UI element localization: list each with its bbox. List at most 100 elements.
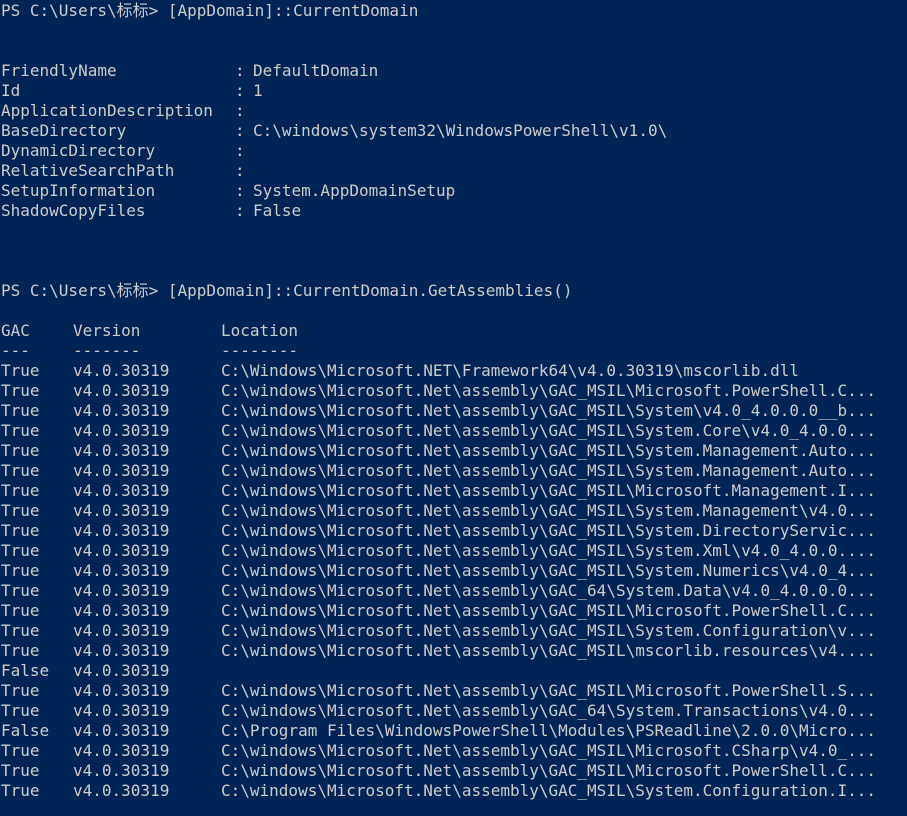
property-value: DefaultDomain: [253, 61, 379, 80]
underline-gac: ---: [1, 341, 30, 360]
cell-location: C:\windows\Microsoft.Net\assembly\GAC_MS…: [221, 641, 877, 660]
prompt-1-space: [158, 1, 168, 20]
cell-gac: True: [1, 521, 40, 540]
cell-gac: True: [1, 481, 40, 500]
cell-version: v4.0.30319: [73, 441, 170, 460]
table-row: False v4.0.30319: [0, 661, 907, 681]
cell-location: C:\windows\Microsoft.Net\assembly\GAC_MS…: [221, 781, 877, 800]
property-row: SetupInformation: System.AppDomainSetup: [0, 181, 907, 201]
property-separator: :: [235, 101, 245, 120]
prompt-line-2: PS C:\Users\标标> [AppDomain]::CurrentDoma…: [0, 281, 907, 301]
property-name: ApplicationDescription: [1, 101, 213, 120]
table-row: True v4.0.30319 C:\windows\Microsoft.Net\a…: [0, 701, 907, 721]
table-row: True v4.0.30319 C:\windows\Microsoft.Net\a…: [0, 481, 907, 501]
cell-gac: True: [1, 361, 40, 380]
cell-location: C:\windows\Microsoft.Net\assembly\GAC_MS…: [221, 481, 877, 500]
cell-gac: True: [1, 781, 40, 800]
prompt-2-command: [AppDomain]::CurrentDomain.GetAssemblies…: [167, 281, 573, 300]
property-value: False: [253, 201, 302, 220]
cell-location: C:\windows\Microsoft.Net\assembly\GAC_MS…: [221, 441, 877, 460]
underline-location: --------: [221, 341, 299, 360]
cell-location: C:\windows\Microsoft.Net\assembly\GAC_MS…: [221, 681, 877, 700]
column-header-location: Location: [221, 321, 299, 340]
property-separator: :: [235, 61, 245, 80]
cell-version: v4.0.30319: [73, 521, 170, 540]
cell-gac: True: [1, 401, 40, 420]
table-row: True v4.0.30319 C:\windows\Microsoft.Net\a…: [0, 681, 907, 701]
table-header-underline-row: --- ------- --------: [0, 341, 907, 361]
table-row: True v4.0.30319 C:\windows\Microsoft.Net\a…: [0, 381, 907, 401]
property-name: FriendlyName: [1, 61, 117, 80]
cell-gac: False: [1, 721, 50, 740]
cell-gac: True: [1, 621, 40, 640]
cell-gac: False: [1, 661, 50, 680]
property-separator: :: [235, 81, 245, 100]
cell-gac: True: [1, 501, 40, 520]
cell-version: v4.0.30319: [73, 621, 170, 640]
table-row: True v4.0.30319 C:\windows\Microsoft.Net\a…: [0, 561, 907, 581]
cell-gac: True: [1, 601, 40, 620]
table-row: True v4.0.30319 C:\windows\Microsoft.Net\a…: [0, 521, 907, 541]
property-name: Id: [1, 81, 21, 100]
cell-version: v4.0.30319: [73, 361, 170, 380]
prompt-line-1: PS C:\Users\标标> [AppDomain]::CurrentDoma…: [0, 1, 907, 21]
cell-gac: True: [1, 561, 40, 580]
cell-gac: True: [1, 641, 40, 660]
table-row: True v4.0.30319 C:\windows\Microsoft.Net\a…: [0, 501, 907, 521]
table-row: True v4.0.30319 C:\windows\Microsoft.Net\a…: [0, 741, 907, 761]
table-row: True v4.0.30319 C:\windows\Microsoft.Net\a…: [0, 581, 907, 601]
table-row: False v4.0.30319 C:\Program Files\WindowsP…: [0, 721, 907, 741]
cell-location: C:\Windows\Microsoft.NET\Framework64\v4.…: [221, 361, 799, 380]
property-separator: :: [235, 121, 245, 140]
cell-gac: True: [1, 681, 40, 700]
cell-location: C:\windows\Microsoft.Net\assembly\GAC_MS…: [221, 601, 877, 620]
cell-version: v4.0.30319: [73, 641, 170, 660]
table-row: True v4.0.30319 C:\windows\Microsoft.Net\a…: [0, 601, 907, 621]
column-header-gac: GAC: [1, 321, 30, 340]
property-name: SetupInformation: [1, 181, 156, 200]
cell-version: v4.0.30319: [73, 761, 170, 780]
cell-location: C:\windows\Microsoft.Net\assembly\GAC_MS…: [221, 421, 877, 440]
cell-version: v4.0.30319: [73, 541, 170, 560]
cell-version: v4.0.30319: [73, 661, 170, 680]
cell-gac: True: [1, 441, 40, 460]
cell-gac: True: [1, 381, 40, 400]
property-name: BaseDirectory: [1, 121, 127, 140]
table-row: True v4.0.30319 C:\windows\Microsoft.Net\a…: [0, 641, 907, 661]
column-header-version: Version: [73, 321, 141, 340]
property-row: ApplicationDescription:: [0, 101, 907, 121]
cell-version: v4.0.30319: [73, 401, 170, 420]
property-row: FriendlyName: DefaultDomain: [0, 61, 907, 81]
cell-version: v4.0.30319: [73, 421, 170, 440]
cell-gac: True: [1, 421, 40, 440]
cell-version: v4.0.30319: [73, 481, 170, 500]
property-row: BaseDirectory: C:\windows\system32\Window…: [0, 121, 907, 141]
prompt-2-space: [158, 281, 168, 300]
cell-version: v4.0.30319: [73, 781, 170, 800]
cell-location: C:\windows\Microsoft.Net\assembly\GAC_MS…: [221, 741, 877, 760]
powershell-console[interactable]: PS C:\Users\标标> [AppDomain]::CurrentDoma…: [0, 0, 907, 816]
property-row: Id:1: [0, 81, 907, 101]
property-separator: :: [235, 201, 245, 220]
cell-location: C:\windows\Microsoft.Net\assembly\GAC_MS…: [221, 521, 877, 540]
table-row: True v4.0.30319 C:\windows\Microsoft.Net\a…: [0, 541, 907, 561]
cell-version: v4.0.30319: [73, 501, 170, 520]
cell-version: v4.0.30319: [73, 601, 170, 620]
underline-version: -------: [73, 341, 141, 360]
cell-location: C:\windows\Microsoft.Net\assembly\GAC_MS…: [221, 461, 877, 480]
cell-location: C:\windows\Microsoft.Net\assembly\GAC_MS…: [221, 621, 877, 640]
cell-location: C:\windows\Microsoft.Net\assembly\GAC_MS…: [221, 401, 877, 420]
property-row: RelativeSearchPath:: [0, 161, 907, 181]
cell-version: v4.0.30319: [73, 701, 170, 720]
cell-location: C:\windows\Microsoft.Net\assembly\GAC_64…: [221, 701, 877, 720]
table-row: True v4.0.30319 C:\Windows\Microsoft.NET\F…: [0, 361, 907, 381]
property-separator: :: [235, 141, 245, 160]
cell-version: v4.0.30319: [73, 681, 170, 700]
cell-version: v4.0.30319: [73, 381, 170, 400]
cell-gac: True: [1, 461, 40, 480]
property-separator: :: [235, 161, 245, 180]
